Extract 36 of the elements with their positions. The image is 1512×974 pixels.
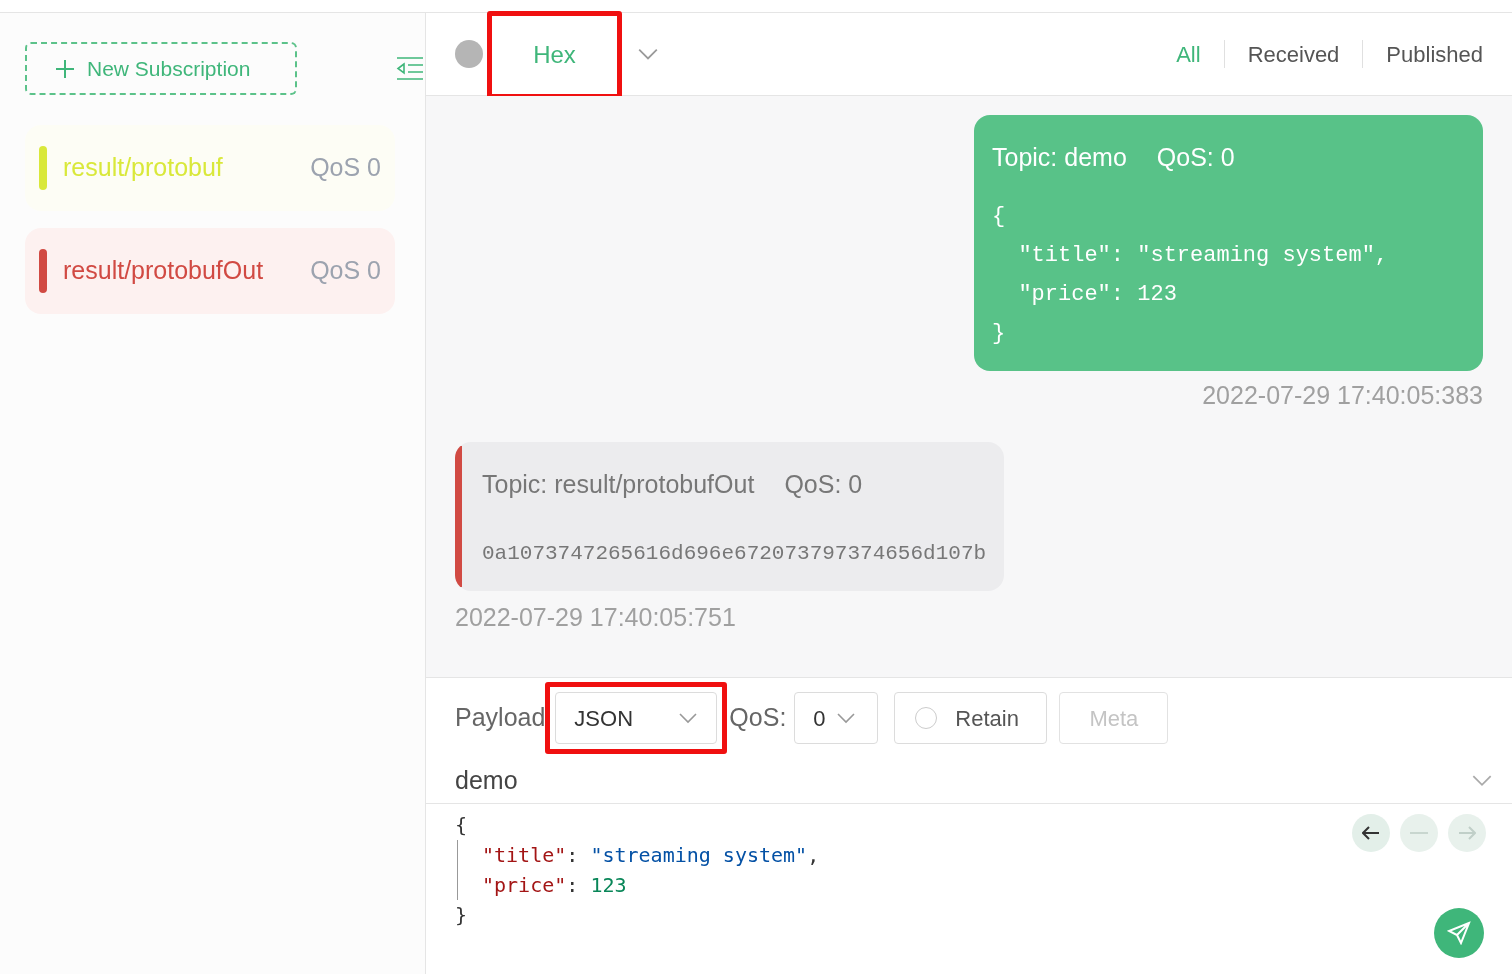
chevron-down-icon [678, 712, 699, 724]
filter-tab[interactable]: Published [1386, 37, 1483, 71]
plus-icon [55, 58, 75, 79]
message-payload: { "title": "streaming system", "price": 123 } [992, 202, 1390, 348]
message-time: 2022-07-29 17:40:05:383 [1202, 379, 1483, 411]
topic-name: result/protobuf [63, 152, 223, 184]
arrow-right-icon [1458, 826, 1476, 840]
qos-label: QoS: [729, 702, 787, 734]
send-icon [1447, 921, 1471, 945]
arrow-left-icon [1362, 826, 1380, 840]
send-button[interactable] [1434, 908, 1484, 958]
subscription-item[interactable]: result/protobufOut QoS 0 [25, 228, 395, 314]
collapse-icon[interactable] [396, 55, 423, 82]
message-qos: QoS: 0 [1156, 142, 1235, 173]
filter-tab[interactable]: Received [1247, 37, 1340, 71]
message-topic: Topic: demo [992, 142, 1127, 173]
chevron-down-icon [1471, 774, 1493, 787]
minus-icon [1410, 832, 1428, 834]
chevron-down-icon [637, 47, 659, 61]
message-topic: Topic: result/protobufOut [482, 469, 755, 500]
qos-label: QoS 0 [310, 152, 381, 184]
retain-checkbox[interactable]: Retain [894, 692, 1048, 744]
qos-select[interactable]: 0 [794, 692, 879, 744]
topic-input[interactable]: demo [455, 761, 518, 800]
chevron-down-icon [835, 712, 856, 724]
payload-format-select[interactable]: JSON [555, 692, 718, 744]
message-time: 2022-07-29 17:40:05:751 [455, 602, 736, 633]
reset-button[interactable] [1400, 814, 1438, 852]
back-button[interactable] [1352, 814, 1390, 852]
forward-button[interactable] [1448, 814, 1486, 852]
code-editor[interactable]: { "title": "streaming system", "price": 123 } [455, 810, 955, 930]
message-qos: QoS: 0 [784, 469, 863, 500]
message-payload: 0a1073747265616d696e672073797374656d107b [482, 540, 987, 567]
topic-name: result/protobufOut [63, 255, 264, 287]
qos-label: QoS 0 [310, 255, 381, 287]
payload-label: Payload [455, 702, 546, 734]
